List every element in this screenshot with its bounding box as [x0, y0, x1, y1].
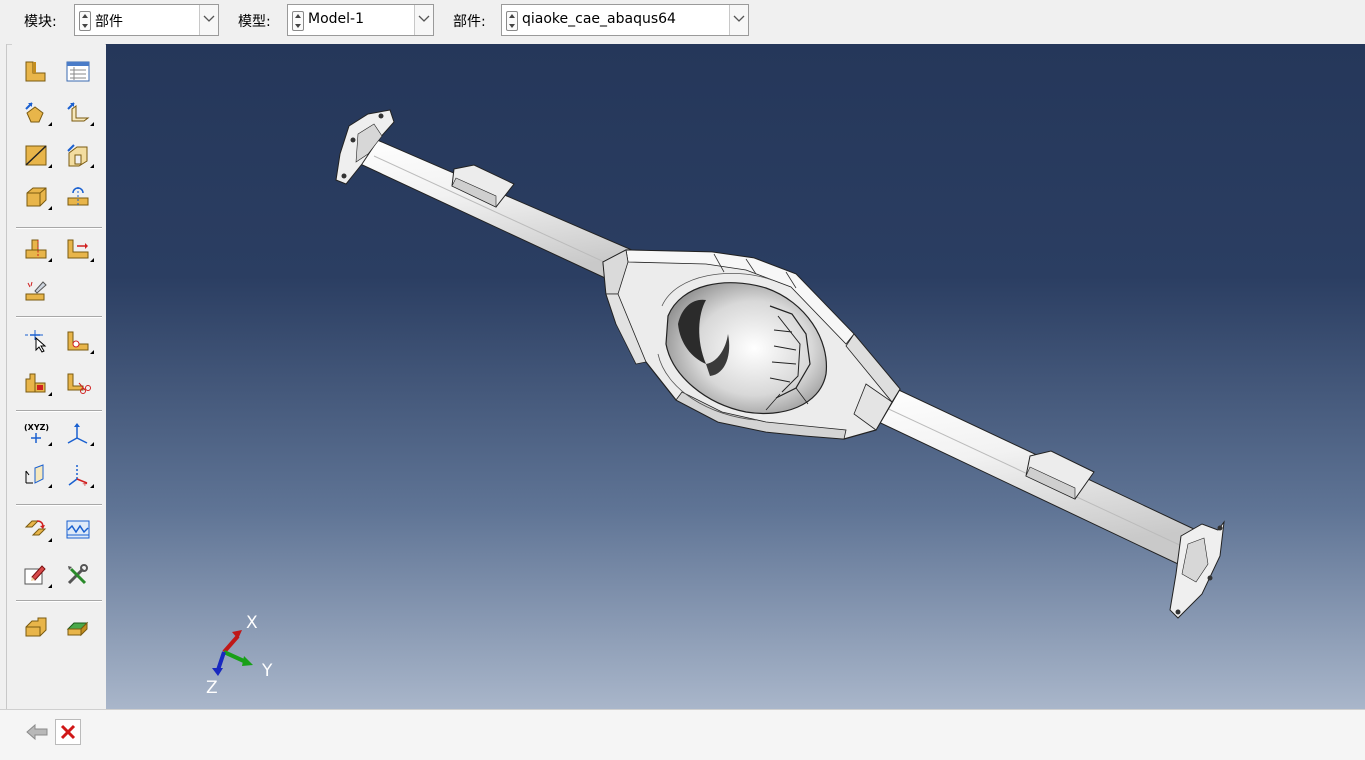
module-dropdown-button[interactable] [199, 5, 218, 35]
edit-feature-icon [24, 520, 47, 536]
datum-csys-icon [67, 423, 88, 444]
datum-axis-button[interactable]: + [62, 460, 94, 490]
partition-cell-button[interactable] [20, 234, 52, 264]
datum-csys-button[interactable] [62, 418, 94, 448]
back-button[interactable] [24, 719, 50, 745]
model-label: 模型: [238, 14, 271, 30]
repair-tool-icon [25, 281, 47, 301]
toolbox-separator [16, 316, 102, 318]
set-manager-icon [25, 617, 47, 637]
repair-tool-button[interactable] [20, 276, 52, 306]
chevron-down-icon [203, 15, 215, 22]
module-value: 部件 [95, 14, 123, 30]
part-label: 部件: [453, 14, 486, 30]
triad-x-label: X [246, 613, 258, 633]
create-shell-button[interactable] [62, 98, 94, 128]
create-solid-extrude-button[interactable] [20, 98, 52, 128]
set-manager-button[interactable] [20, 612, 52, 642]
create-cut-icon [67, 144, 88, 167]
tools-icon [67, 564, 88, 585]
wave-feature-icon [66, 520, 90, 539]
part-module-toolbox: (XYZ) + [12, 44, 105, 709]
tools-button[interactable] [62, 560, 94, 590]
create-part-icon [25, 61, 46, 82]
chevron-down-icon [418, 15, 430, 22]
create-datum-xyz-button[interactable]: (XYZ) [20, 418, 52, 448]
triad-y-label: Y [261, 661, 273, 681]
model-combo[interactable]: Model-1 [287, 4, 434, 36]
part-value: qiaoke_cae_abaqus64 [522, 11, 676, 27]
partition-edge-button[interactable] [62, 234, 94, 264]
create-solid-feature-icon [26, 187, 47, 207]
cut-split-icon [67, 373, 91, 394]
model-spinner[interactable] [292, 11, 304, 31]
part-spinner[interactable] [506, 11, 518, 31]
part-combo[interactable]: qiaoke_cae_abaqus64 [501, 4, 749, 36]
svg-text:(XYZ): (XYZ) [24, 423, 49, 432]
triad-z-label: Z [206, 678, 218, 694]
model-tree-edge[interactable] [0, 44, 7, 759]
create-datum-point-button[interactable] [20, 326, 52, 356]
feature-manager-icon [25, 373, 46, 393]
model-dropdown-button[interactable] [414, 5, 433, 35]
create-part-button[interactable] [20, 56, 52, 86]
round-fillet-icon [67, 187, 89, 207]
create-solid-feature-button[interactable] [20, 182, 52, 212]
axis-triad: X Y Z [206, 613, 273, 694]
toolbox-separator [16, 504, 102, 506]
axle-housing-model[interactable] [106, 44, 1365, 709]
part-dropdown-button[interactable] [729, 5, 748, 35]
partition-cell-icon [25, 239, 47, 259]
surface-manager-icon [66, 621, 89, 637]
datum-plane-button[interactable] [20, 460, 52, 490]
create-solid-extrude-icon [25, 102, 44, 123]
part-manager-button[interactable] [62, 56, 94, 86]
part-manager-icon [66, 61, 90, 82]
wave-feature-button[interactable] [62, 514, 94, 544]
edit-sketch-icon [24, 565, 46, 585]
query-icon [67, 331, 89, 351]
cancel-procedure-button[interactable] [55, 719, 81, 745]
back-arrow-icon [26, 723, 48, 741]
surface-manager-button[interactable] [62, 612, 94, 642]
create-wire-button[interactable] [20, 140, 52, 170]
toolbox-separator [16, 600, 102, 602]
cut-split-button[interactable] [62, 368, 94, 398]
create-shell-icon [67, 102, 90, 122]
partition-edge-icon [67, 239, 89, 259]
create-wire-icon [25, 145, 47, 166]
module-spinner[interactable] [79, 11, 91, 31]
context-bar: 模块: 部件 模型: Model-1 部件: qiaoke_cae_abaqus… [0, 0, 1365, 45]
toolbox-separator [16, 227, 102, 229]
round-fillet-button[interactable] [62, 182, 94, 212]
create-datum-point-icon [25, 330, 47, 353]
create-datum-xyz-icon: (XYZ) [24, 423, 49, 443]
chevron-down-icon [733, 15, 745, 22]
graphics-viewport[interactable]: X Y Z [106, 44, 1365, 709]
toolbox-separator [16, 410, 102, 412]
cancel-x-icon [60, 724, 76, 740]
module-combo[interactable]: 部件 [74, 4, 219, 36]
feature-manager-button[interactable] [20, 368, 52, 398]
edit-feature-button[interactable] [20, 514, 52, 544]
prompt-area [0, 709, 1365, 760]
model-value: Model-1 [308, 11, 364, 27]
query-button[interactable] [62, 326, 94, 356]
module-label: 模块: [24, 14, 57, 30]
datum-axis-icon: + [68, 465, 88, 487]
svg-text:+: + [82, 480, 88, 487]
edit-sketch-button[interactable] [20, 560, 52, 590]
create-cut-button[interactable] [62, 140, 94, 170]
datum-plane-icon [25, 464, 44, 484]
